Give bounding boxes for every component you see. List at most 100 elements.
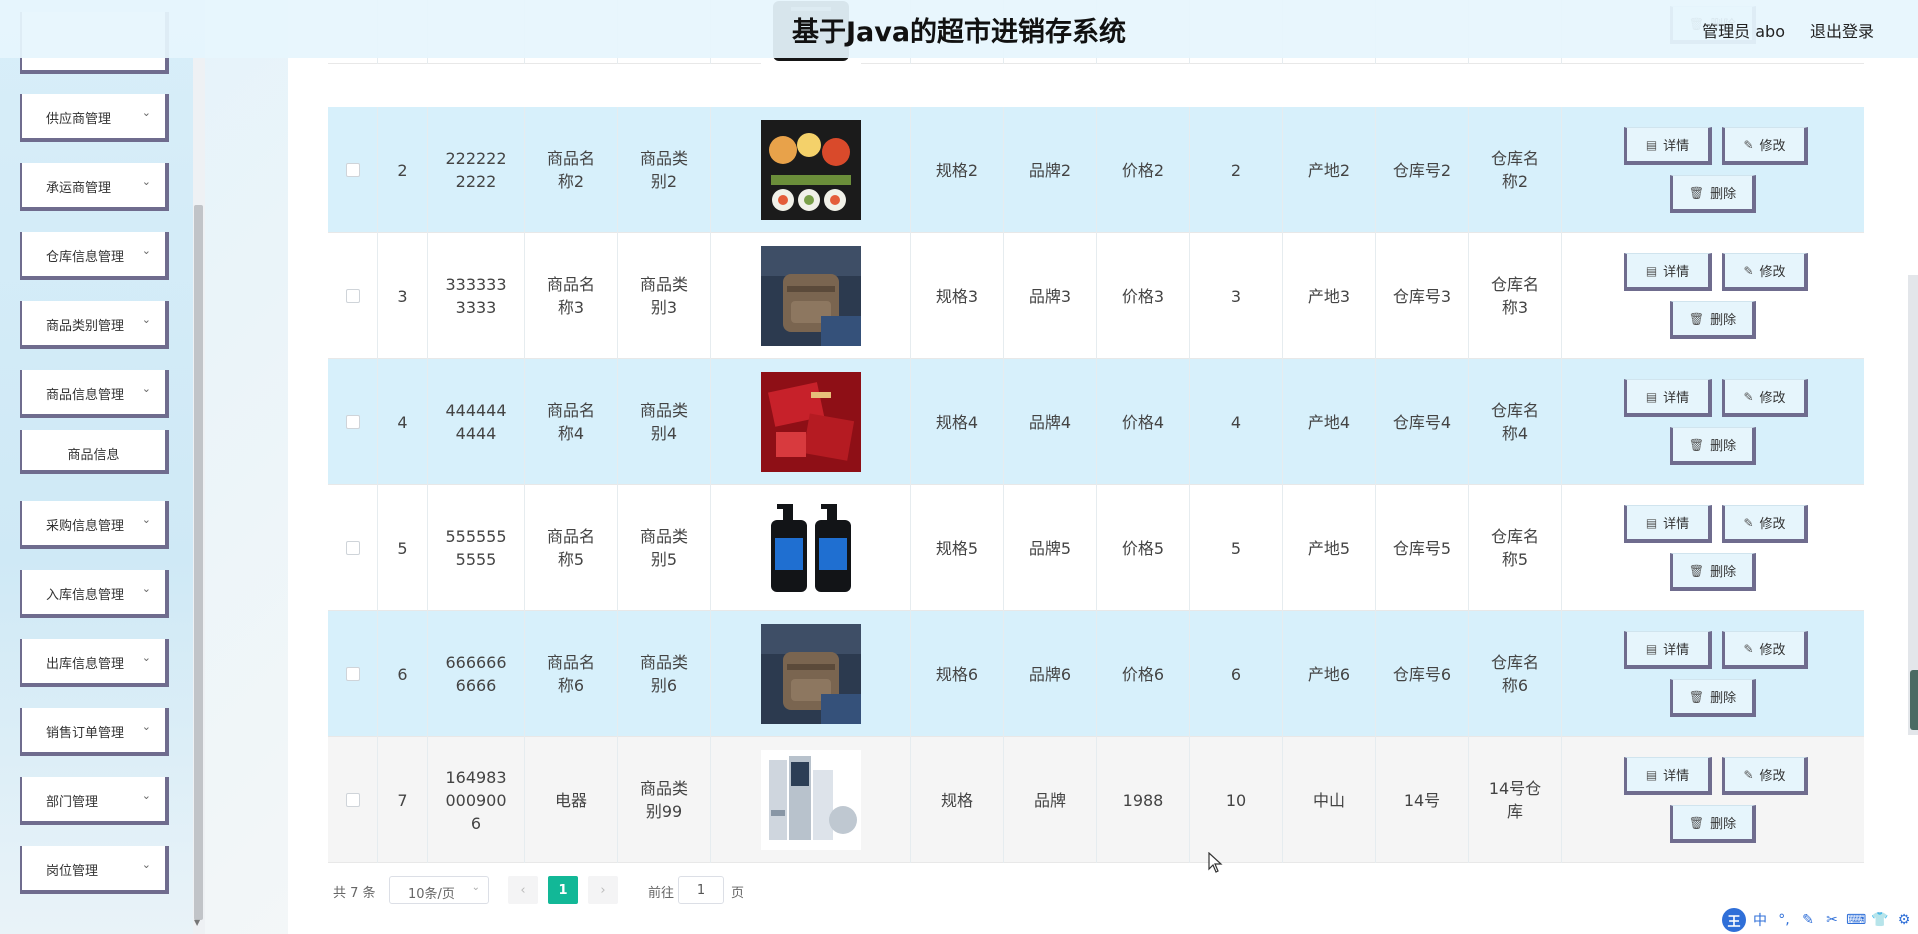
- row-checkbox[interactable]: [345, 289, 360, 303]
- detail-button[interactable]: ▤ 详情: [1624, 757, 1712, 795]
- cell-text: 品牌: [1033, 790, 1066, 810]
- cell-category: 商品类别4: [618, 359, 711, 485]
- pencil-icon: ✎: [1743, 641, 1754, 656]
- delete-button-label: 删除: [1710, 439, 1737, 454]
- sidebar-item-label: 商品信息管理: [46, 388, 125, 403]
- ime-handwrite-icon[interactable]: ✎: [1798, 912, 1818, 928]
- detail-button[interactable]: ▤ 详情: [1624, 127, 1712, 165]
- delete-button[interactable]: 🗑 删除: [1670, 553, 1756, 591]
- row-checkbox[interactable]: [345, 163, 360, 177]
- ime-scissors-icon[interactable]: ✂: [1822, 912, 1842, 928]
- cell-spec: 规格3: [911, 233, 1004, 359]
- sidebar-item-sales[interactable]: 销售订单管理 ⌄: [20, 708, 169, 756]
- sidebar-item-purchase[interactable]: 采购信息管理 ⌄: [20, 501, 169, 549]
- cell-text: 4: [1230, 412, 1242, 432]
- cell-warehouse-name: 仓库名称6: [1469, 611, 1562, 737]
- cell-origin: 产地6: [1283, 611, 1376, 737]
- edit-button-label: 修改: [1759, 391, 1786, 406]
- sidebar-item-department[interactable]: 部门管理 ⌄: [20, 777, 169, 825]
- cell-index: 2: [378, 107, 428, 233]
- trash-icon: 🗑: [1688, 689, 1705, 704]
- sidebar-item-product[interactable]: 商品信息管理 ⌄: [20, 370, 169, 418]
- cell-origin: 产地2: [1283, 107, 1376, 233]
- document-icon: ▤: [1645, 137, 1658, 152]
- cell-stock: 5: [1190, 485, 1283, 611]
- sidebar-item-outbound[interactable]: 出库信息管理 ⌄: [20, 639, 169, 687]
- ime-settings-icon[interactable]: ⚙: [1894, 912, 1914, 928]
- cell-text: 规格2: [935, 160, 979, 180]
- product-image[interactable]: [760, 120, 861, 220]
- detail-button-label: 详情: [1663, 391, 1690, 406]
- goto-page-input[interactable]: 1: [678, 876, 724, 904]
- ime-punctuation-icon[interactable]: °,: [1774, 912, 1794, 928]
- cell-warehouse-no: 仓库号3: [1376, 233, 1469, 359]
- row-checkbox[interactable]: [345, 541, 360, 555]
- edit-button[interactable]: ✎ 修改: [1722, 253, 1808, 291]
- row-checkbox[interactable]: [345, 793, 360, 807]
- logout-link[interactable]: 退出登录: [1810, 18, 1874, 42]
- product-image[interactable]: [760, 372, 861, 472]
- ime-keyboard-icon[interactable]: ⌨: [1846, 912, 1866, 928]
- product-image-cell: [711, 485, 911, 611]
- prev-page-button[interactable]: ‹: [508, 876, 538, 904]
- side-drawer-tab[interactable]: [1910, 670, 1918, 730]
- detail-button-label: 详情: [1663, 139, 1690, 154]
- edit-button-label: 修改: [1759, 769, 1786, 784]
- delete-button[interactable]: 🗑 删除: [1670, 679, 1756, 717]
- sidebar-item-carrier[interactable]: 承运商管理 ⌄: [20, 163, 169, 211]
- sidebar-item-supplier[interactable]: 供应商管理 ⌄: [20, 94, 169, 142]
- scroll-down-icon[interactable]: ▼: [194, 918, 200, 927]
- edit-button[interactable]: ✎ 修改: [1722, 127, 1808, 165]
- sidebar-item-label: 采购信息管理: [46, 519, 125, 534]
- row-select-cell: [328, 485, 378, 611]
- delete-button[interactable]: 🗑 删除: [1670, 427, 1756, 465]
- edit-button[interactable]: ✎ 修改: [1722, 631, 1808, 669]
- sidebar-item-position[interactable]: 岗位管理 ⌄: [20, 846, 169, 894]
- edit-button[interactable]: ✎ 修改: [1722, 757, 1808, 795]
- detail-button-label: 详情: [1663, 265, 1690, 280]
- document-icon: ▤: [1645, 641, 1658, 656]
- pencil-icon: ✎: [1743, 263, 1754, 278]
- ime-skin-icon[interactable]: 👕: [1870, 912, 1890, 928]
- detail-button[interactable]: ▤ 详情: [1624, 253, 1712, 291]
- next-page-button[interactable]: ›: [588, 876, 618, 904]
- sidebar-item-inbound[interactable]: 入库信息管理 ⌄: [20, 570, 169, 618]
- product-image[interactable]: [760, 498, 861, 598]
- cell-stock: 4: [1190, 359, 1283, 485]
- cell-text: 4: [397, 412, 408, 432]
- cell-text: 产地6: [1307, 664, 1351, 684]
- delete-button[interactable]: 🗑 删除: [1670, 301, 1756, 339]
- row-checkbox[interactable]: [345, 415, 360, 429]
- page-size-select[interactable]: 10条/页 ⌄: [389, 876, 489, 904]
- cell-index: 7: [378, 737, 428, 863]
- trash-icon: 🗑: [1688, 311, 1705, 326]
- detail-button[interactable]: ▤ 详情: [1624, 379, 1712, 417]
- cell-text: 商品名称4: [546, 401, 595, 443]
- page-number-current[interactable]: 1: [548, 876, 578, 904]
- sidebar-subitem-product-info[interactable]: 商品信息: [20, 430, 169, 474]
- ime-logo[interactable]: 王: [1722, 908, 1746, 932]
- page-scrollbar[interactable]: [1908, 275, 1918, 735]
- product-image-cell: [711, 359, 911, 485]
- cell-warehouse-no: 仓库号6: [1376, 611, 1469, 737]
- sidebar-scroll-thumb[interactable]: [194, 205, 203, 920]
- product-image[interactable]: [760, 750, 861, 850]
- detail-button[interactable]: ▤ 详情: [1624, 505, 1712, 543]
- cell-text: 1988: [1122, 790, 1164, 810]
- sidebar-item-category[interactable]: 商品类别管理 ⌄: [20, 301, 169, 349]
- cell-text: 10: [1225, 790, 1247, 810]
- ime-chinese-mode-icon[interactable]: 中: [1750, 910, 1770, 930]
- cell-code: 1649830009006: [428, 737, 525, 863]
- detail-button[interactable]: ▤ 详情: [1624, 631, 1712, 669]
- delete-button[interactable]: 🗑 删除: [1670, 175, 1756, 213]
- edit-button[interactable]: ✎ 修改: [1722, 505, 1808, 543]
- delete-button[interactable]: 🗑 删除: [1670, 805, 1756, 843]
- product-image[interactable]: [760, 624, 861, 724]
- cell-text: 产地5: [1307, 538, 1351, 558]
- cell-text: 仓库号4: [1392, 412, 1452, 432]
- edit-button[interactable]: ✎ 修改: [1722, 379, 1808, 417]
- product-image[interactable]: [760, 246, 861, 346]
- cell-origin: 产地3: [1283, 233, 1376, 359]
- sidebar-item-warehouse[interactable]: 仓库信息管理 ⌄: [20, 232, 169, 280]
- row-checkbox[interactable]: [345, 667, 360, 681]
